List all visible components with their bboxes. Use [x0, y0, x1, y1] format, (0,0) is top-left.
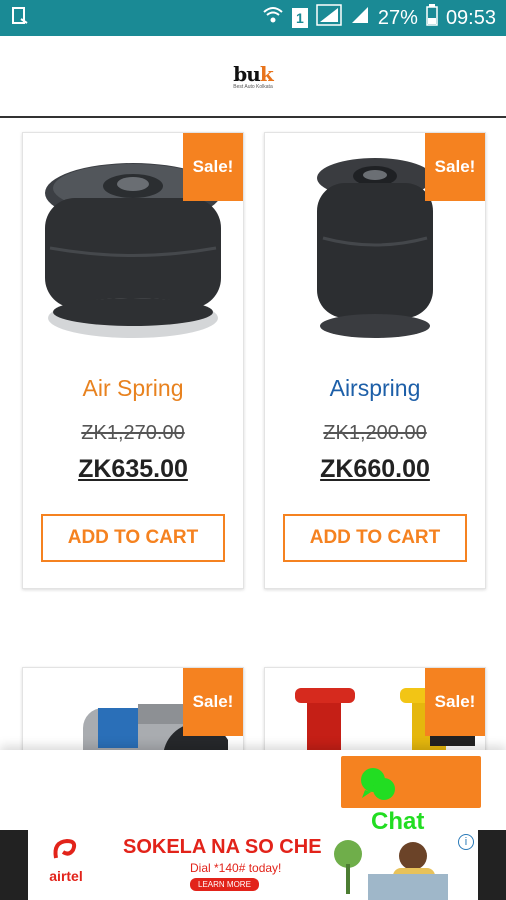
airtel-logo: airtel — [36, 838, 96, 884]
airtel-wordmark: airtel — [49, 868, 83, 884]
airtel-swirl-icon — [36, 838, 96, 868]
sale-price: ZK660.00 — [320, 455, 430, 483]
sim-icon: 1 — [291, 8, 308, 28]
old-price: ZK1,200.00 — [323, 422, 427, 444]
wifi-icon — [262, 5, 284, 31]
sale-price: ZK635.00 — [78, 455, 188, 483]
sale-badge: Sale! — [183, 668, 243, 736]
signal-icon — [350, 5, 370, 31]
product-image[interactable]: Sale! — [23, 133, 243, 363]
product-grid: Sale! Air Spring ZK1,270.00 ZK635.00 ADD… — [0, 118, 506, 830]
clock: 09:53 — [445, 6, 496, 29]
sale-badge: Sale! — [425, 668, 485, 736]
ad-cta-button[interactable]: LEARN MORE — [190, 878, 259, 891]
airspring-image — [317, 158, 433, 338]
ad-subline: Dial *140# today! — [190, 861, 282, 875]
site-logo[interactable]: buk Best Auto Kolkata — [233, 62, 273, 90]
ad-info-icon[interactable]: i — [458, 834, 474, 850]
logo-mark: buk — [233, 62, 273, 86]
status-bar: 1 27% 09:53 — [0, 0, 506, 36]
product-name[interactable]: Airspring — [265, 375, 485, 402]
product-card[interactable]: Sale! Airspring ZK1,200.00 ZK660.00 ADD … — [264, 132, 486, 589]
ad-content[interactable]: airtel SOKELA NA SO CHE Dial *140# today… — [28, 830, 478, 900]
ad-photo — [334, 840, 448, 900]
battery-icon — [426, 4, 438, 32]
logo-subtitle: Best Auto Kolkata — [233, 84, 273, 90]
add-to-cart-button[interactable]: ADD TO CART — [283, 514, 467, 562]
sale-badge: Sale! — [425, 133, 485, 201]
chat-button[interactable]: Chat — [341, 756, 481, 835]
ad-headline: SOKELA NA SO CHE — [123, 836, 322, 858]
product-card[interactable]: Sale! Air Spring ZK1,270.00 ZK635.00 ADD… — [22, 132, 244, 589]
product-name[interactable]: Air Spring — [23, 375, 243, 402]
signal-icon — [316, 4, 342, 32]
sale-badge: Sale! — [183, 133, 243, 201]
chat-bubble-icon — [359, 766, 399, 811]
add-to-cart-button[interactable]: ADD TO CART — [41, 514, 225, 562]
screenshot-icon — [10, 6, 30, 31]
chat-bar: Chat — [0, 750, 506, 835]
ad-banner[interactable]: airtel SOKELA NA SO CHE Dial *140# today… — [0, 830, 506, 900]
battery-text: 27% — [377, 6, 418, 29]
site-header: buk Best Auto Kolkata — [0, 36, 506, 118]
old-price: ZK1,270.00 — [81, 422, 185, 444]
product-image[interactable]: Sale! — [265, 133, 485, 363]
